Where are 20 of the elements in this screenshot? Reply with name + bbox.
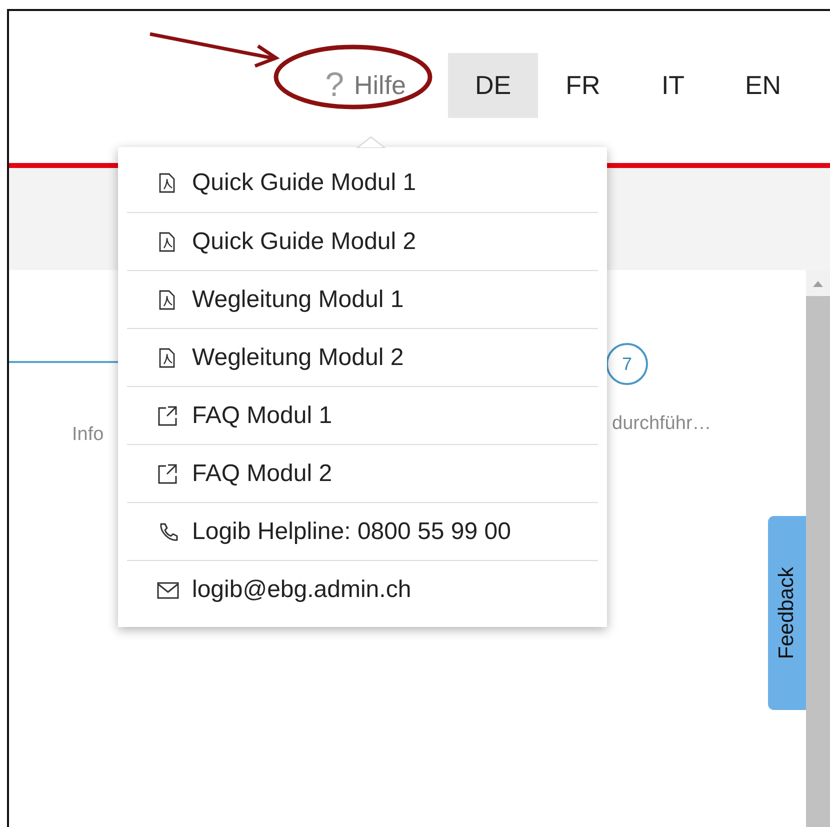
menu-item[interactable]: logib@ebg.admin.ch <box>127 560 598 618</box>
step-label: Info <box>72 424 104 446</box>
menu-item[interactable]: Wegleitung Modul 2 <box>127 328 598 386</box>
step-label: durchführ… <box>612 413 712 435</box>
scroll-up-icon <box>812 280 824 288</box>
menu-item[interactable]: Wegleitung Modul 1 <box>127 270 598 328</box>
language-tab[interactable]: FR <box>538 53 628 118</box>
menu-item[interactable]: FAQ Modul 1 <box>127 386 598 444</box>
mail-icon <box>157 580 179 600</box>
help-button[interactable]: ? Hilfe <box>325 53 406 118</box>
menu-item[interactable]: Quick Guide Modul 1 <box>127 154 598 212</box>
menu-item[interactable]: Quick Guide Modul 2 <box>127 212 598 270</box>
feedback-tab[interactable]: Feedback <box>768 516 806 710</box>
menu-item[interactable]: FAQ Modul 2 <box>127 444 598 502</box>
menu-item[interactable]: Logib Helpline: 0800 55 99 00 <box>127 502 598 560</box>
language-tab[interactable]: EN <box>718 53 808 118</box>
external-link-icon <box>157 406 179 426</box>
external-link-icon <box>157 464 179 484</box>
language-tab[interactable]: IT <box>628 53 718 118</box>
language-tab[interactable]: DE <box>448 53 538 118</box>
